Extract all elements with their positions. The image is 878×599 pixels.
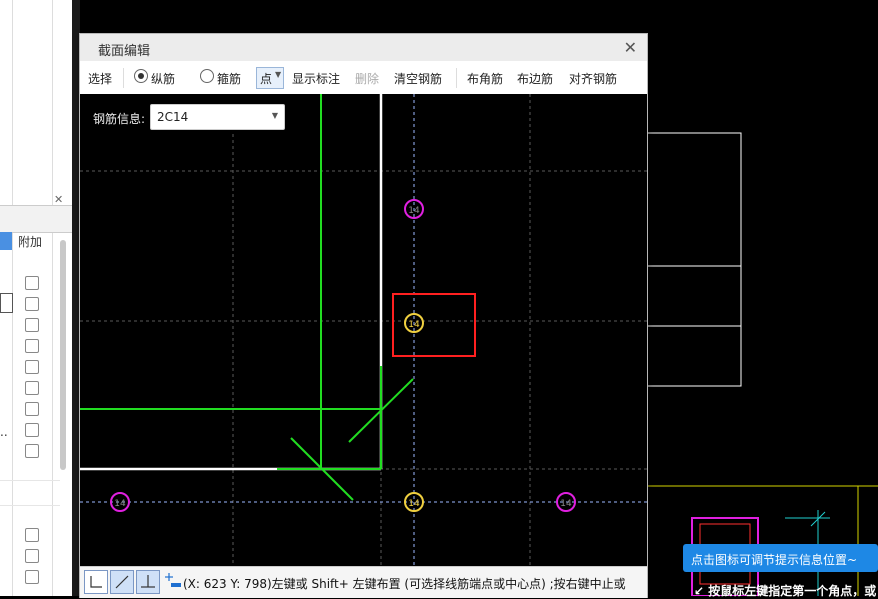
corner-rebar-button[interactable]: 布角筋 — [467, 70, 503, 87]
stirrup-label[interactable]: 箍筋 — [217, 70, 241, 87]
status-bar: (X: 623 Y: 798)左键或 Shift+ 左键布置 (可选择线筋端点或… — [80, 566, 647, 598]
point-mode-dropdown[interactable]: 点 ▼ — [256, 67, 284, 89]
perpendicular-snap-button[interactable] — [136, 570, 160, 594]
rebar-marker-selected[interactable]: 14 — [404, 492, 424, 512]
longitudinal-label[interactable]: 纵筋 — [151, 70, 175, 87]
dialog-title: 截面编辑 — [98, 44, 151, 59]
chevron-down-icon: ▼ — [275, 70, 282, 79]
command-hint: ↙ 按鼠标左键指定第一个角点，或 — [694, 582, 876, 599]
coordinate-input-icon[interactable] — [162, 570, 184, 592]
show-annotation-button[interactable]: 显示标注 — [292, 70, 340, 87]
rebar-markers: 14 14 14 14 14 — [110, 199, 576, 512]
rebar-info-value: 2C14 — [157, 110, 189, 124]
section-edit-dialog: 截面编辑 ✕ 选择 纵筋 箍筋 点 ▼ 显示标注 删除 清空钢筋 布角筋 布边筋… — [79, 33, 648, 598]
section-drawing: 14 14 14 14 14 — [80, 94, 647, 566]
svg-text:14: 14 — [408, 320, 420, 330]
chevron-down-icon: ▼ — [271, 111, 278, 120]
section-canvas[interactable]: 14 14 14 14 14 钢筋信息: 2C14 ▼ — [80, 94, 647, 566]
diagonal-snap-button[interactable] — [110, 570, 134, 594]
rebar-marker[interactable]: 14 — [110, 492, 130, 512]
svg-text:14: 14 — [408, 206, 420, 216]
orthogonal-snap-button[interactable] — [84, 570, 108, 594]
stirrup-radio[interactable] — [200, 69, 214, 83]
rebar-info-select[interactable]: 2C14 ▼ — [150, 104, 285, 130]
status-text: (X: 623 Y: 798)左键或 Shift+ 左键布置 (可选择线筋端点或… — [183, 577, 626, 591]
longitudinal-radio[interactable] — [134, 69, 148, 83]
reference-lines — [80, 94, 414, 501]
point-mode-label: 点 — [260, 72, 273, 86]
align-rebar-button[interactable]: 对齐钢筋 — [569, 70, 617, 87]
svg-text:14: 14 — [408, 499, 420, 509]
toolbar-separator — [123, 68, 124, 88]
tip-bubble[interactable]: 点击图标可调节提示信息位置~ — [683, 544, 878, 572]
axis-lines — [80, 94, 647, 566]
toolbar-separator — [456, 68, 457, 88]
grid-lines — [80, 94, 647, 566]
section-outline — [80, 94, 383, 471]
svg-text:14: 14 — [114, 499, 126, 509]
clear-rebar-button[interactable]: 清空钢筋 — [394, 70, 442, 87]
dialog-title-bar[interactable]: 截面编辑 ✕ — [80, 34, 647, 61]
rebar-info-label: 钢筋信息: — [93, 112, 146, 126]
select-button[interactable]: 选择 — [88, 70, 112, 87]
edge-rebar-button[interactable]: 布边筋 — [517, 70, 553, 87]
close-icon[interactable]: ✕ — [624, 38, 637, 57]
svg-text:14: 14 — [560, 499, 572, 509]
delete-button[interactable]: 删除 — [355, 70, 379, 87]
dialog-toolbar: 选择 纵筋 箍筋 点 ▼ 显示标注 删除 清空钢筋 布角筋 布边筋 对齐钢筋 — [80, 61, 647, 95]
tip-text: 点击图标可调节提示信息位置~ — [691, 553, 858, 567]
